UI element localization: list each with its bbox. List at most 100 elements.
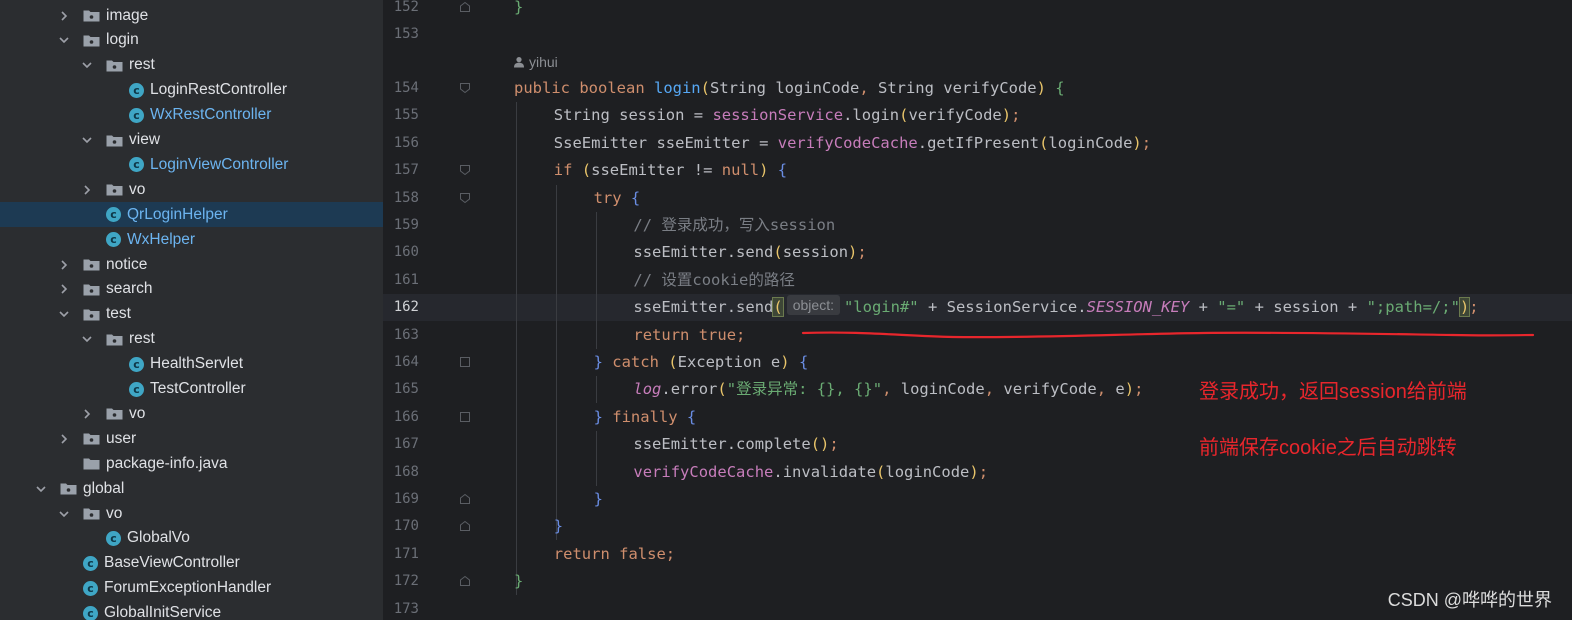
chevron-right-icon[interactable] xyxy=(57,432,71,446)
tree-item[interactable]: rest xyxy=(0,53,383,78)
fold-marker-icon[interactable] xyxy=(459,575,471,587)
tree-item[interactable]: user xyxy=(0,426,383,451)
chevron-down-icon[interactable] xyxy=(57,307,71,321)
code-token: () xyxy=(810,435,830,454)
code-line[interactable]: verifyCodeCache.invalidate(loginCode); xyxy=(633,459,988,486)
fold-marker-icon[interactable] xyxy=(459,520,471,532)
fold-marker-icon[interactable] xyxy=(459,356,471,368)
code-token: ; xyxy=(829,435,839,454)
fold-marker-icon[interactable] xyxy=(459,493,471,505)
line-number[interactable]: 169 xyxy=(383,486,419,513)
code-token: if xyxy=(553,161,582,180)
annotation-text-2: 前端保存cookie之后自动跳转 xyxy=(1199,437,1457,459)
line-number[interactable]: 163 xyxy=(383,322,419,349)
code-line[interactable]: String session = sessionService.login(ve… xyxy=(554,102,1021,129)
code-token: } xyxy=(593,490,603,508)
tree-item[interactable]: login xyxy=(0,28,383,53)
code-line[interactable]: } catch (Exception e) { xyxy=(594,349,809,376)
code-line[interactable]: sseEmitter.complete(); xyxy=(633,431,838,458)
tree-item[interactable]: vo xyxy=(0,177,383,202)
chevron-down-icon[interactable] xyxy=(57,507,71,521)
tree-item[interactable]: c WxHelper xyxy=(0,227,383,252)
line-number[interactable]: 159 xyxy=(383,212,419,239)
tree-item[interactable]: c GlobalVo xyxy=(0,526,383,551)
line-number[interactable]: 168 xyxy=(383,459,419,486)
code-line[interactable]: sseEmitter.send(object: "login#" + Sessio… xyxy=(633,294,1479,321)
tree-item[interactable]: vo xyxy=(0,501,383,526)
tree-item[interactable]: c LoginViewController xyxy=(0,152,383,177)
tree-item[interactable]: c LoginRestController xyxy=(0,78,383,103)
tree-item[interactable]: search xyxy=(0,277,383,302)
fold-marker-icon[interactable] xyxy=(459,1,471,13)
code-line[interactable]: } xyxy=(514,568,523,595)
fold-marker-icon[interactable] xyxy=(459,411,471,423)
line-number[interactable]: 156 xyxy=(383,130,419,157)
line-number[interactable]: 152 xyxy=(383,0,419,21)
tree-item[interactable]: package-info.java xyxy=(0,451,383,476)
line-number[interactable]: 171 xyxy=(383,541,419,568)
tree-item[interactable]: image xyxy=(0,3,383,28)
code-line[interactable]: } xyxy=(514,0,523,21)
code-line[interactable]: log.error("登录异常: {}, {}", loginCode, ver… xyxy=(633,376,1143,403)
tree-item[interactable]: c HealthServlet xyxy=(0,352,383,377)
line-number[interactable]: 164 xyxy=(383,349,419,376)
tree-item-label: vo xyxy=(129,180,146,198)
tree-item[interactable]: c GlobalInitService xyxy=(0,601,383,620)
chevron-right-icon[interactable] xyxy=(57,282,71,296)
code-token: ( xyxy=(717,380,727,399)
tree-item[interactable]: notice xyxy=(0,252,383,277)
fold-marker-icon[interactable] xyxy=(459,82,471,94)
tree-item[interactable]: rest xyxy=(0,327,383,352)
code-line[interactable]: // 设置cookie的路径 xyxy=(633,267,795,294)
code-line[interactable]: sseEmitter.send(session); xyxy=(633,239,866,266)
chevron-down-icon[interactable] xyxy=(34,482,48,496)
line-number[interactable]: 157 xyxy=(383,157,419,184)
line-number[interactable]: 161 xyxy=(383,267,419,294)
line-number[interactable]: 154 xyxy=(383,75,419,102)
chevron-right-icon[interactable] xyxy=(57,258,71,272)
chevron-right-icon[interactable] xyxy=(57,9,71,23)
code-line[interactable]: try { xyxy=(594,185,641,212)
tree-item[interactable]: vo xyxy=(0,401,383,426)
code-line[interactable]: } xyxy=(554,513,563,540)
line-number[interactable]: 172 xyxy=(383,568,419,595)
tree-item[interactable]: global xyxy=(0,476,383,501)
tree-item-label: TestController xyxy=(150,380,246,397)
line-number[interactable]: 158 xyxy=(383,185,419,212)
code-line[interactable]: SseEmitter sseEmitter = verifyCodeCache.… xyxy=(554,130,1151,157)
code-line[interactable]: return true; xyxy=(633,322,745,349)
tree-item[interactable]: c BaseViewController xyxy=(0,551,383,576)
chevron-down-icon[interactable] xyxy=(80,332,94,346)
chevron-right-icon[interactable] xyxy=(80,183,94,197)
fold-marker-icon[interactable] xyxy=(459,192,471,204)
tree-item[interactable]: view xyxy=(0,128,383,153)
project-tree[interactable]: image login rest c LoginRestController c WxRes… xyxy=(0,0,383,620)
chevron-down-icon[interactable] xyxy=(80,58,94,72)
code-line[interactable]: return false; xyxy=(554,541,675,568)
code-line[interactable]: // 登录成功，写入session xyxy=(633,212,835,239)
line-number[interactable]: 166 xyxy=(383,404,419,431)
line-number[interactable]: 155 xyxy=(383,102,419,129)
line-number[interactable]: 153 xyxy=(383,21,419,48)
line-number[interactable]: 170 xyxy=(383,513,419,540)
code-line[interactable]: } finally { xyxy=(594,404,697,431)
tree-item[interactable]: c QrLoginHelper xyxy=(0,202,383,228)
code-line[interactable]: public boolean login(String loginCode, S… xyxy=(514,75,1065,102)
chevron-down-icon[interactable] xyxy=(57,33,71,47)
chevron-down-icon[interactable] xyxy=(80,133,94,147)
code-editor[interactable]: yihui 登录成功，返回session给前端 前端保存cookie之后自动跳转… xyxy=(483,0,1572,620)
tree-item[interactable]: test xyxy=(0,302,383,327)
fold-marker-icon[interactable] xyxy=(459,164,471,176)
line-number[interactable]: 165 xyxy=(383,376,419,403)
line-number[interactable]: 160 xyxy=(383,239,419,266)
line-number[interactable]: 167 xyxy=(383,431,419,458)
tree-item[interactable]: c WxRestController xyxy=(0,103,383,128)
code-line[interactable]: if (sseEmitter != null) { xyxy=(554,157,787,184)
chevron-right-icon[interactable] xyxy=(80,407,94,421)
code-token: ) xyxy=(759,161,778,180)
tree-item[interactable]: c TestController xyxy=(0,377,383,402)
tree-item[interactable]: c ForumExceptionHandler xyxy=(0,576,383,601)
line-number[interactable]: 173 xyxy=(383,596,419,620)
line-number[interactable]: 162 xyxy=(383,294,419,321)
code-line[interactable]: } xyxy=(594,486,603,513)
